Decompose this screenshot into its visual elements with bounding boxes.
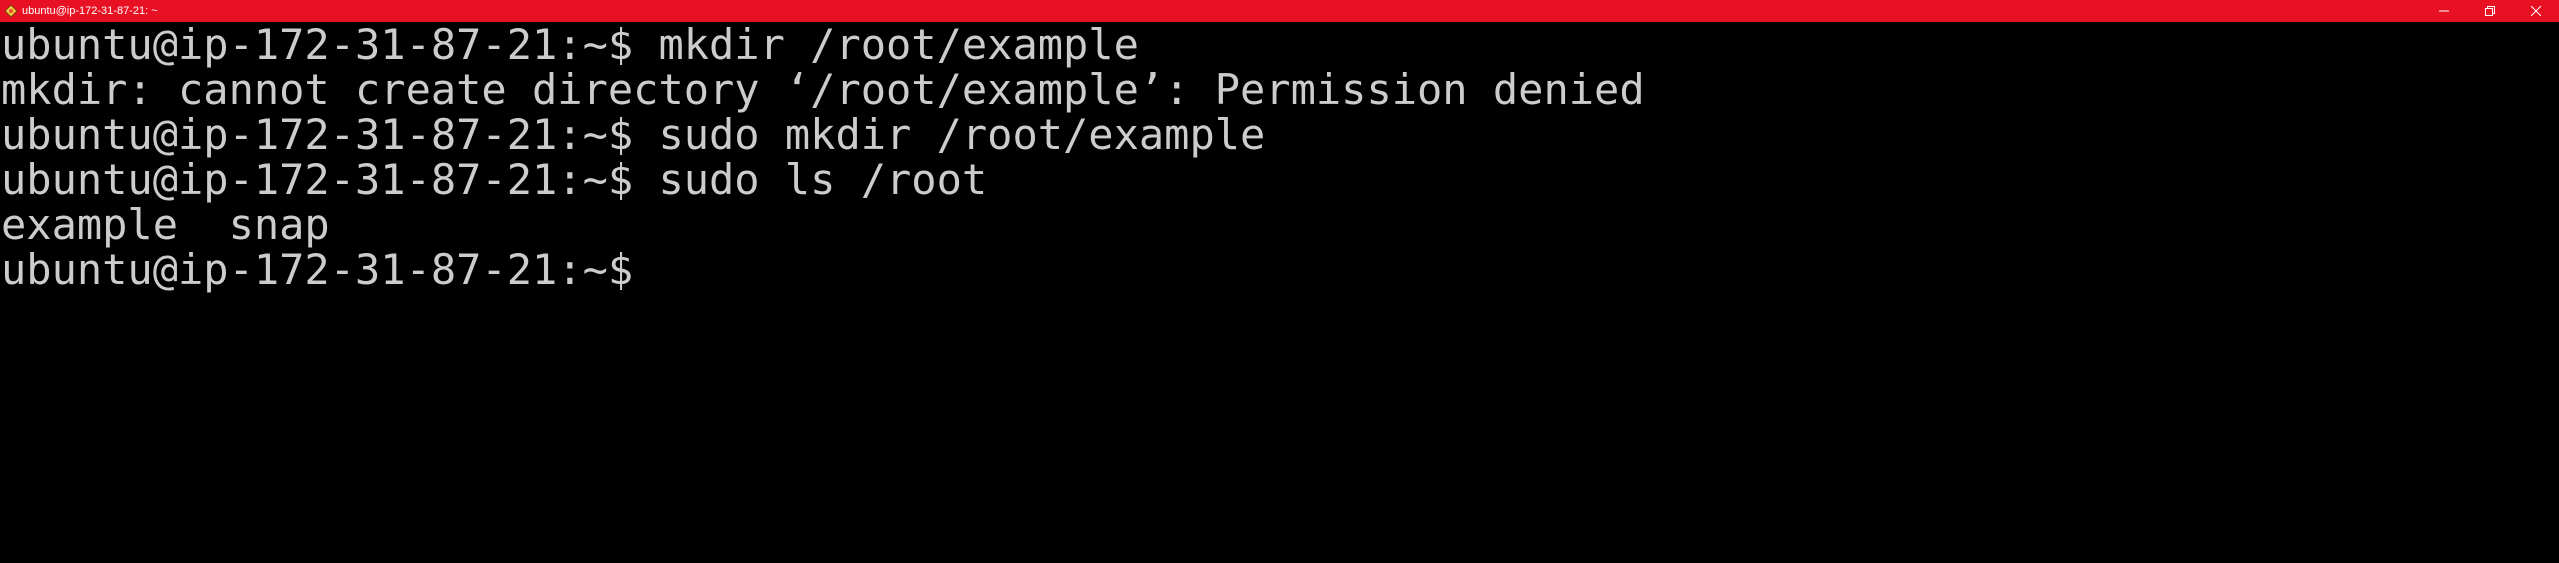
restore-icon [2485, 6, 2495, 16]
title-bar[interactable]: ubuntu@ip-172-31-87-21: ~ [0, 0, 2559, 22]
terminal-line-error: mkdir: cannot create directory ‘/root/ex… [1, 65, 1645, 114]
close-icon [2531, 6, 2541, 16]
terminal-prompt[interactable]: ubuntu@ip-172-31-87-21:~$ [1, 247, 2559, 292]
terminal-line-command: ubuntu@ip-172-31-87-21:~$ sudo mkdir /ro… [1, 110, 1266, 159]
terminal-window: ubuntu@ip-172-31-87-21: ~ ubuntu@ip-172-… [0, 0, 2559, 563]
ubuntu-terminal-icon [0, 0, 22, 22]
minimize-icon [2439, 10, 2449, 12]
restore-button[interactable] [2467, 0, 2513, 22]
terminal-line-command: ubuntu@ip-172-31-87-21:~$ sudo ls /root [1, 155, 988, 204]
terminal-line-command: ubuntu@ip-172-31-87-21:~$ mkdir /root/ex… [1, 20, 1139, 69]
minimize-button[interactable] [2421, 0, 2467, 22]
scrollbar[interactable] [2545, 22, 2559, 563]
terminal-output[interactable]: ubuntu@ip-172-31-87-21:~$ mkdir /root/ex… [0, 22, 2559, 563]
terminal-line-output: example snap [1, 200, 330, 249]
window-title: ubuntu@ip-172-31-87-21: ~ [22, 5, 158, 17]
close-button[interactable] [2513, 0, 2559, 22]
window-controls [2421, 0, 2559, 22]
